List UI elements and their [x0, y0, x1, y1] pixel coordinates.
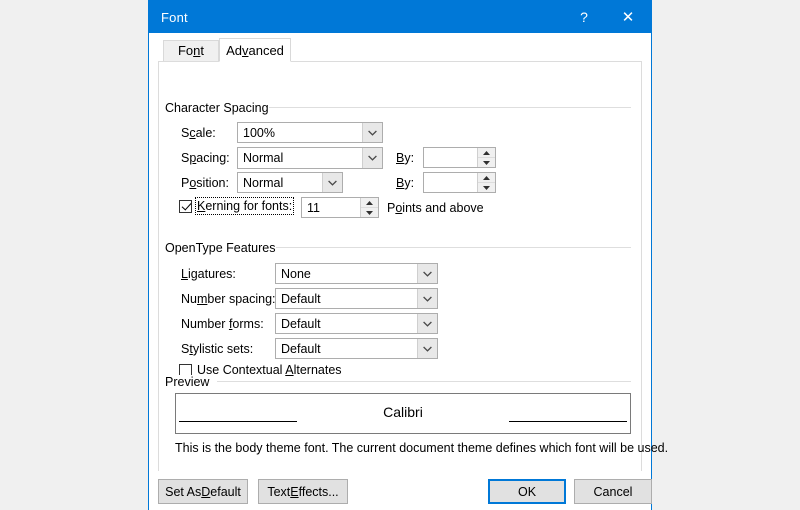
preview-group-label: Preview: [165, 375, 216, 389]
ligatures-value: None: [281, 266, 311, 281]
tabstrip: Font Advanced: [149, 33, 651, 62]
dialog-titlebar: Font ? ✕: [149, 1, 651, 33]
number-forms-value: Default: [281, 316, 321, 331]
font-dialog: Font ? ✕ Font Advanced Character Spacing…: [148, 0, 668, 510]
dialog-title: Font: [161, 9, 188, 25]
preview-rule-right: [509, 421, 627, 422]
kerning-size-value: 11: [307, 200, 320, 215]
opentype-group-rule: [276, 247, 631, 248]
text-effects-button[interactable]: Text Effects...: [258, 479, 348, 504]
character-spacing-group-rule: [269, 107, 631, 108]
number-forms-combobox[interactable]: Default: [275, 313, 438, 334]
dialog-body: Font Advanced Character Spacing Scale: 1…: [149, 33, 668, 510]
stylistic-sets-combobox[interactable]: Default: [275, 338, 438, 359]
kerning-label: Kerning for fonts:: [194, 197, 295, 215]
font-preview-box: Calibri: [175, 393, 631, 434]
spacing-value: Normal: [243, 151, 284, 165]
kerning-size-spinner[interactable]: 11: [301, 197, 379, 218]
spacing-label: Spacing:: [181, 151, 230, 165]
position-value: Normal: [243, 175, 284, 190]
tab-advanced[interactable]: Advanced: [219, 38, 291, 62]
spacing-by-label: By:: [396, 151, 415, 165]
kerning-spin-buttons[interactable]: [360, 198, 378, 217]
help-icon[interactable]: ?: [563, 1, 605, 33]
number-spacing-label: Number spacing:: [181, 292, 276, 306]
chevron-down-icon[interactable]: [417, 339, 437, 358]
ok-button[interactable]: OK: [488, 479, 566, 504]
close-icon[interactable]: ✕: [605, 1, 651, 33]
stylistic-sets-value: Default: [281, 341, 321, 356]
set-as-default-button[interactable]: Set As Default: [158, 479, 248, 504]
kerning-checkbox-row[interactable]: Kerning for fonts:: [179, 197, 295, 215]
advanced-page-panel: Character Spacing Scale: 100% Spacing: N…: [158, 61, 668, 473]
kerning-checkbox[interactable]: [179, 199, 192, 213]
cancel-button[interactable]: Cancel: [574, 479, 652, 504]
dialog-footer: Set As Default Text Effects... OK Cancel: [149, 471, 652, 510]
desktop-background: Font ? ✕ Font Advanced Character Spacing…: [0, 0, 800, 510]
contextual-alternates-label: Use Contextual Alternates: [197, 363, 342, 377]
spin-up-icon[interactable]: [361, 198, 378, 207]
position-combobox[interactable]: Normal: [237, 172, 343, 193]
kerning-suffix-label: Points and above: [387, 201, 484, 215]
ligatures-combobox[interactable]: None: [275, 263, 438, 284]
spacing-by-spin-buttons[interactable]: [477, 148, 495, 167]
character-spacing-group-label: Character Spacing: [165, 101, 275, 115]
spin-up-icon[interactable]: [478, 173, 495, 182]
position-label: Position:: [181, 176, 229, 190]
number-spacing-value: Default: [281, 291, 321, 306]
ligatures-label: Ligatures:: [181, 267, 236, 281]
preview-note: This is the body theme font. The current…: [175, 441, 669, 455]
position-by-label: By:: [396, 176, 415, 190]
chevron-down-icon[interactable]: [362, 148, 382, 168]
chevron-down-icon[interactable]: [417, 264, 437, 283]
position-by-spin-buttons[interactable]: [477, 173, 495, 192]
scale-combobox[interactable]: 100%: [237, 122, 383, 143]
number-spacing-combobox[interactable]: Default: [275, 288, 438, 309]
spin-down-icon[interactable]: [478, 182, 495, 192]
chevron-down-icon[interactable]: [417, 314, 437, 333]
opentype-group-label: OpenType Features: [165, 241, 282, 255]
spacing-combobox[interactable]: Normal: [237, 147, 383, 169]
position-by-spinner[interactable]: [423, 172, 496, 193]
number-forms-label: Number forms:: [181, 317, 264, 331]
preview-group-rule: [217, 381, 631, 382]
position-by-value: [424, 173, 477, 192]
tab-font[interactable]: Font: [163, 40, 219, 61]
spin-up-icon[interactable]: [478, 148, 495, 157]
spacing-by-value: [424, 148, 477, 167]
chevron-down-icon[interactable]: [417, 289, 437, 308]
stylistic-sets-label: Stylistic sets:: [181, 342, 254, 356]
spin-down-icon[interactable]: [361, 207, 378, 217]
chevron-down-icon[interactable]: [362, 123, 382, 142]
scale-value: 100%: [243, 125, 275, 140]
preview-sample-text: Calibri: [383, 404, 423, 420]
chevron-down-icon[interactable]: [322, 173, 342, 192]
spacing-by-spinner[interactable]: [423, 147, 496, 168]
scale-label: Scale:: [181, 126, 216, 140]
preview-rule-left: [179, 421, 297, 422]
spin-down-icon[interactable]: [478, 157, 495, 167]
